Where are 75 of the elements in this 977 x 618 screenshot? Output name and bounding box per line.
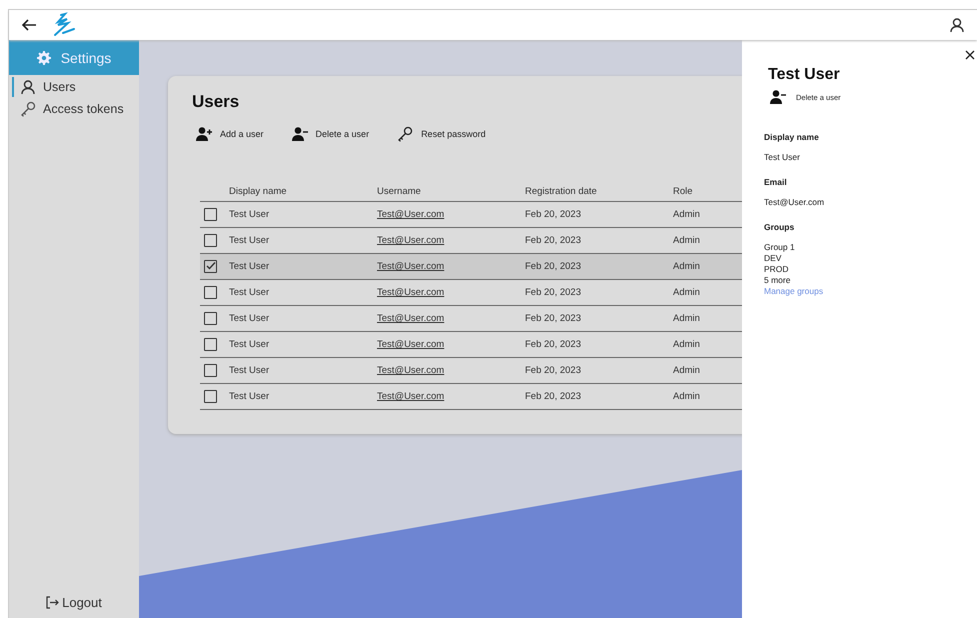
- remove-user-icon: [292, 127, 308, 141]
- key-icon: [20, 101, 36, 117]
- logout-icon: [46, 596, 60, 609]
- table-cell: Test User: [229, 287, 270, 298]
- table-cell: Feb 20, 2023: [525, 209, 581, 220]
- remove-user-icon: [770, 90, 786, 104]
- table-cell: Test User: [229, 261, 270, 272]
- table-cell: Test User: [229, 209, 270, 220]
- row-checkbox[interactable]: [204, 364, 217, 377]
- row-checkbox[interactable]: [204, 312, 217, 325]
- field-value: Group 1: [764, 242, 796, 253]
- table-cell: Feb 20, 2023: [525, 261, 581, 272]
- field-value: Test User: [764, 152, 801, 163]
- username-link[interactable]: Test@User.com: [377, 261, 444, 272]
- username-link[interactable]: Test@User.com: [377, 391, 444, 402]
- logo-icon: [51, 12, 77, 38]
- gear-icon: [36, 50, 51, 64]
- field-value: DEV: [764, 253, 782, 264]
- row-checkbox[interactable]: [204, 286, 217, 299]
- username-link[interactable]: Test@User.com: [377, 209, 444, 220]
- username-link[interactable]: Test@User.com: [377, 235, 444, 246]
- table-cell: Admin: [673, 235, 700, 246]
- row-checkbox[interactable]: [204, 208, 217, 221]
- row-checkbox[interactable]: [204, 390, 217, 403]
- card-title: Users: [192, 92, 240, 112]
- table-cell: Test User: [229, 313, 270, 324]
- close-icon: [965, 50, 975, 60]
- table-cell: Admin: [673, 287, 700, 298]
- column-header: Registration date: [525, 186, 597, 197]
- table-cell: Test User: [229, 365, 270, 376]
- logout-button[interactable]: Logout: [9, 594, 139, 618]
- panel-title: Test User: [768, 66, 841, 84]
- user-icon: [20, 79, 36, 95]
- field-value: Test@User.com: [764, 197, 826, 208]
- key-icon: [397, 126, 414, 142]
- field-value: PROD: [764, 264, 790, 275]
- column-header: Username: [377, 186, 421, 197]
- table-cell: Feb 20, 2023: [525, 365, 581, 376]
- table-cell: Feb 20, 2023: [525, 235, 581, 246]
- table-cell: Feb 20, 2023: [525, 313, 581, 324]
- back-arrow-icon[interactable]: [21, 19, 37, 31]
- toolbar-action[interactable]: Reset password: [397, 126, 486, 142]
- table-cell: Admin: [673, 339, 700, 350]
- table-cell: Admin: [673, 365, 700, 376]
- username-link[interactable]: Test@User.com: [377, 365, 444, 376]
- table-cell: Admin: [673, 313, 700, 324]
- field-label: Email: [764, 177, 788, 187]
- table-cell: Admin: [673, 261, 700, 272]
- sidebar-item-label: Access tokens: [43, 102, 124, 116]
- row-checkbox[interactable]: [204, 338, 217, 351]
- column-header: Role: [673, 186, 693, 197]
- toolbar-action[interactable]: Add a user: [196, 126, 264, 142]
- username-link[interactable]: Test@User.com: [377, 287, 444, 298]
- field-label: Display name: [764, 132, 820, 142]
- user-account-icon[interactable]: [949, 17, 965, 33]
- row-checkbox[interactable]: [204, 234, 217, 247]
- toolbar-action[interactable]: Delete a user: [292, 126, 370, 142]
- sidebar-item[interactable]: Access tokens: [12, 99, 139, 119]
- table-cell: Admin: [673, 391, 700, 402]
- column-header: Display name: [229, 186, 287, 197]
- table-cell: Test User: [229, 339, 270, 350]
- row-checkbox[interactable]: [204, 260, 217, 273]
- table-cell: Test User: [229, 391, 270, 402]
- table-cell: Test User: [229, 235, 270, 246]
- sidebar-title: Settings: [60, 50, 112, 66]
- field-value: 5 more: [764, 275, 792, 286]
- table-cell: Admin: [673, 209, 700, 220]
- table-cell: Feb 20, 2023: [525, 339, 581, 350]
- field-label: Groups: [764, 222, 796, 232]
- sidebar-item-label: Users: [43, 80, 76, 94]
- add-user-icon: [196, 127, 212, 141]
- table-cell: Feb 20, 2023: [525, 287, 581, 298]
- username-link[interactable]: Test@User.com: [377, 339, 444, 350]
- table-cell: Feb 20, 2023: [525, 391, 581, 402]
- username-link[interactable]: Test@User.com: [377, 313, 444, 324]
